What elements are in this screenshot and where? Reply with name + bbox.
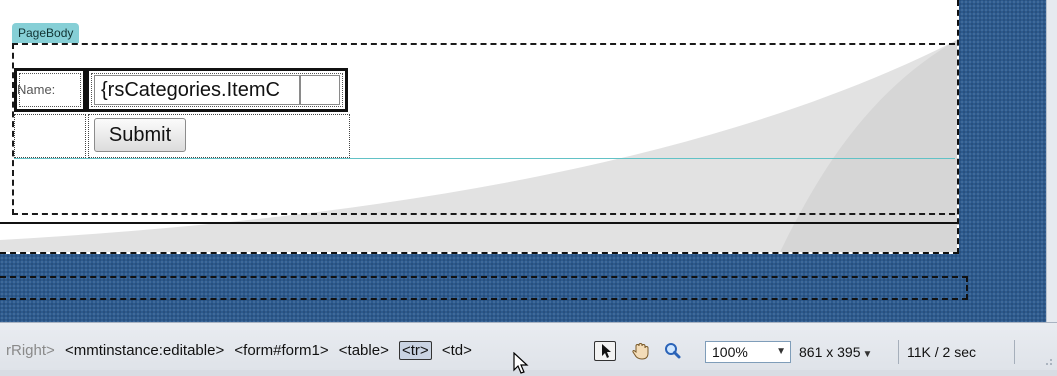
status-divider xyxy=(1014,340,1015,364)
hand-tool-button[interactable] xyxy=(630,341,652,361)
lower-dashed-region xyxy=(0,276,968,300)
tag-item-selected[interactable]: <tr> xyxy=(399,341,432,360)
zoom-value: 100% xyxy=(712,344,748,360)
tag-item[interactable]: <table> xyxy=(339,342,389,359)
tag-item[interactable]: <form#form1> xyxy=(234,342,328,359)
field-edge xyxy=(299,76,301,104)
name-text-field[interactable]: {rsCategories.ItemC xyxy=(94,75,340,105)
tag-selector: rRight> <mmtinstance:editable> <form#for… xyxy=(6,341,478,360)
canvas-scroll-edge xyxy=(1046,0,1057,322)
pointer-tool-button[interactable] xyxy=(594,341,616,361)
mouse-cursor-icon xyxy=(513,352,529,374)
hand-icon xyxy=(632,342,649,360)
page-bottom-border xyxy=(0,222,957,224)
window-size-value: 861 x 395 xyxy=(799,344,861,360)
chevron-down-icon: ▼ xyxy=(862,349,873,360)
name-field-value: {rsCategories.ItemC xyxy=(101,79,280,101)
window-size-menu[interactable]: 861 x 395 ▼ xyxy=(799,344,872,360)
chevron-down-icon: ▼ xyxy=(776,346,786,357)
guide-line xyxy=(14,158,955,159)
pointer-icon xyxy=(602,344,611,358)
zoom-select[interactable]: 100% ▼ xyxy=(705,341,791,363)
editable-region-tab[interactable]: PageBody xyxy=(12,23,80,43)
tag-item[interactable]: <td> xyxy=(442,342,472,359)
tag-item[interactable]: rRight> xyxy=(6,342,55,359)
submit-button[interactable]: Submit xyxy=(94,118,186,152)
resize-grip-icon[interactable] xyxy=(1041,354,1053,366)
zoom-icon xyxy=(665,343,681,359)
tag-item[interactable]: <mmtinstance:editable> xyxy=(65,342,224,359)
zoom-tool-button[interactable] xyxy=(662,341,684,361)
table-cell-empty[interactable] xyxy=(14,114,86,158)
name-label: Name: xyxy=(17,82,56,97)
status-divider xyxy=(898,340,899,364)
download-size-time: 11K / 2 sec xyxy=(907,344,977,360)
